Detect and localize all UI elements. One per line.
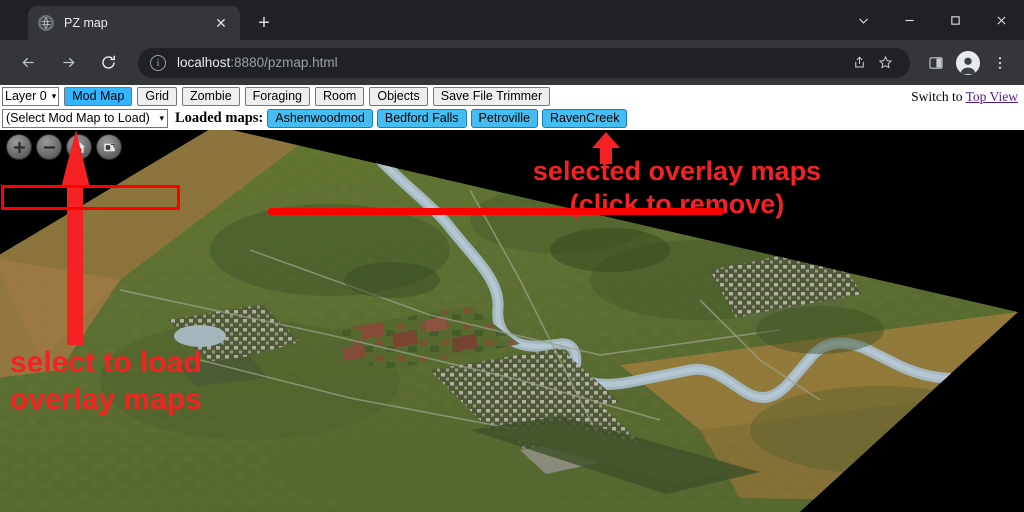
maximize-icon[interactable] [932,0,978,40]
switch-prefix: Switch to [911,88,966,104]
window-controls [840,0,1024,40]
loaded-map-chip-petroville[interactable]: Petroville [470,109,538,128]
globe-icon [38,15,54,31]
share-icon[interactable] [846,50,872,76]
url-text: localhost:8880/pzmap.html [177,55,338,70]
bookmark-star-icon[interactable] [872,50,898,76]
back-icon[interactable] [12,47,44,79]
info-circle-icon[interactable]: i [150,54,166,71]
page-content: Layer 0 ▾ Mod Map Grid Zombie Foraging R… [0,85,1024,512]
tab-title: PZ map [64,16,108,30]
url-path: :8880/pzmap.html [230,55,338,70]
url-host: localhost [177,55,231,70]
map-toolbar: Layer 0 ▾ Mod Map Grid Zombie Foraging R… [0,85,1024,107]
more-menu-icon[interactable] [984,47,1016,79]
loaded-map-chip-ravencreek[interactable]: RavenCreek [541,109,628,128]
tab-room[interactable]: Room [315,87,365,106]
tab-close-icon[interactable]: ✕ [212,14,230,32]
mod-map-select-value: (Select Mod Map to Load) [6,111,150,125]
switch-view-text: Switch to Top View [911,89,1018,105]
address-bar[interactable]: i localhost:8880/pzmap.html [138,47,910,78]
tab-mod-map[interactable]: Mod Map [64,87,133,106]
map-canvas[interactable]: selected overlay maps (click to remove) … [0,130,1024,512]
layer-select[interactable]: Layer 0 ▾ [2,87,60,106]
tab-save-file-trimmer[interactable]: Save File Trimmer [432,87,551,106]
tab-grid[interactable]: Grid [137,87,177,106]
tab-search-icon[interactable] [840,0,886,40]
loaded-maps-label: Loaded maps: [175,110,264,126]
side-panel-icon[interactable] [920,47,952,79]
layer-select-value: Layer 0 [5,89,47,103]
profile-avatar[interactable] [952,47,984,79]
close-icon[interactable] [978,0,1024,40]
chevron-down-icon: ▾ [51,91,57,101]
reload-icon[interactable] [92,47,124,79]
new-tab-button[interactable]: + [250,9,278,37]
browser-window: PZ map ✕ + i localhost:8880/pzmap.html L… [0,0,1024,512]
tab-strip: PZ map ✕ + [0,0,1024,40]
omnibox-actions [846,50,898,76]
browser-tab[interactable]: PZ map ✕ [28,6,240,40]
annotation-underline [268,208,724,215]
top-view-link[interactable]: Top View [966,89,1018,104]
toolbar-right-icons [920,47,1016,79]
browser-toolbar: i localhost:8880/pzmap.html [0,40,1024,85]
annotation-select-to-load: select to load overlay maps [10,346,202,416]
minimize-icon[interactable] [886,0,932,40]
tab-zombie[interactable]: Zombie [181,87,240,106]
tab-objects[interactable]: Objects [369,87,428,106]
loaded-map-chip-ashenwoodmod[interactable]: Ashenwoodmod [267,109,373,128]
chevron-down-icon: ▾ [159,113,164,123]
mod-map-select[interactable]: (Select Mod Map to Load) ▾ [2,109,168,128]
annotation-arrow-left [61,130,90,345]
loaded-map-chip-bedford-falls[interactable]: Bedford Falls [376,109,467,128]
loaded-maps-row: (Select Mod Map to Load) ▾ Loaded maps: … [0,107,1024,130]
zoom-in-button[interactable] [6,134,32,160]
forward-icon[interactable] [52,47,84,79]
tab-foraging[interactable]: Foraging [244,87,310,106]
